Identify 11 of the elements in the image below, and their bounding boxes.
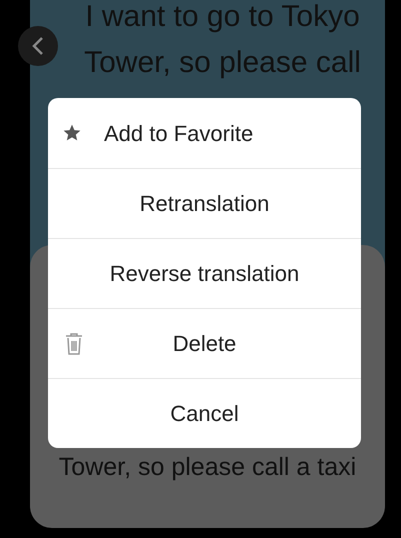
menu-item[interactable]: Add to Favorite — [48, 98, 361, 168]
menu-item[interactable]: Cancel — [48, 378, 361, 448]
menu-item[interactable]: Reverse translation — [48, 238, 361, 308]
menu-item[interactable]: Retranslation — [48, 168, 361, 238]
menu-item[interactable]: Delete — [48, 308, 361, 378]
star-icon — [62, 123, 82, 143]
back-button[interactable] — [18, 26, 58, 66]
result-text: Tower, so please call a taxi — [58, 452, 356, 482]
source-text: I want to go to Tokyo Tower, so please call — [83, 0, 362, 81]
chevron-left-icon — [32, 36, 44, 56]
trash-icon — [64, 332, 84, 356]
